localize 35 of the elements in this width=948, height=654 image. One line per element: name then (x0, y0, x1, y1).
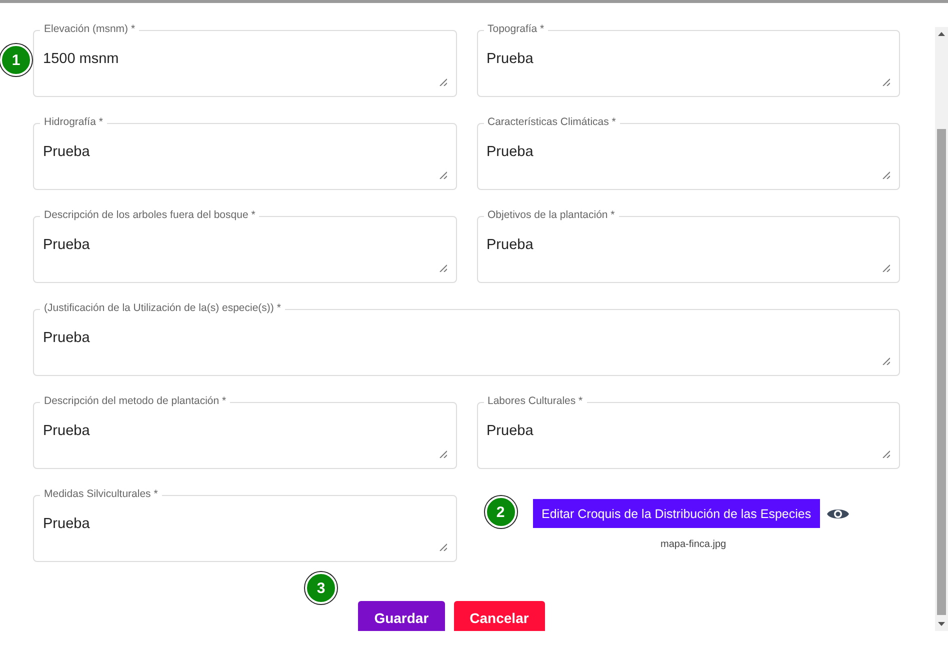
field-value: Prueba (486, 144, 534, 160)
field-label: Topografía * (484, 23, 548, 36)
resize-grip-icon[interactable] (438, 78, 446, 86)
resize-grip-icon[interactable] (882, 78, 890, 86)
save-button[interactable]: Guardar (358, 601, 445, 631)
step-badge: 1 (0, 44, 32, 76)
cancel-button[interactable]: Cancelar (454, 601, 545, 631)
field-value: Prueba (486, 51, 534, 67)
step-badge: 2 (484, 496, 516, 528)
field-label: Descripción del metodo de plantación * (40, 395, 230, 408)
resize-grip-icon[interactable] (438, 543, 446, 551)
scrollbar[interactable] (935, 27, 948, 631)
file-name: mapa-finca.jpg (660, 539, 726, 550)
field-value: 1500 msnm (43, 51, 119, 67)
field-label: Objetivos de la plantación * (484, 209, 619, 222)
field-label: (Justificación de la Utilización de la(s) especie(s)) * (40, 302, 285, 315)
field-value: Prueba (43, 516, 90, 532)
field-value: Prueba (43, 330, 90, 346)
resize-grip-icon[interactable] (882, 357, 890, 365)
step-badge: 3 (305, 572, 337, 604)
resize-grip-icon[interactable] (882, 264, 890, 272)
field-value: Prueba (486, 423, 534, 439)
field-value: Prueba (43, 144, 90, 160)
field-label: Descripción de los arboles fuera del bosque * (40, 209, 260, 222)
field-value: Prueba (43, 423, 90, 439)
field-value: Prueba (43, 237, 90, 253)
resize-grip-icon[interactable] (438, 450, 446, 458)
field-value: Prueba (486, 237, 534, 253)
resize-grip-icon[interactable] (882, 450, 890, 458)
resize-grip-icon[interactable] (438, 264, 446, 272)
field-label: Hidrografía * (40, 116, 107, 129)
field-label: Elevación (msnm) * (40, 23, 140, 36)
edit-sketch-button[interactable]: Editar Croquis de la Distribución de las Especies (532, 499, 820, 528)
resize-grip-icon[interactable] (882, 171, 890, 179)
resize-grip-icon[interactable] (438, 171, 446, 179)
